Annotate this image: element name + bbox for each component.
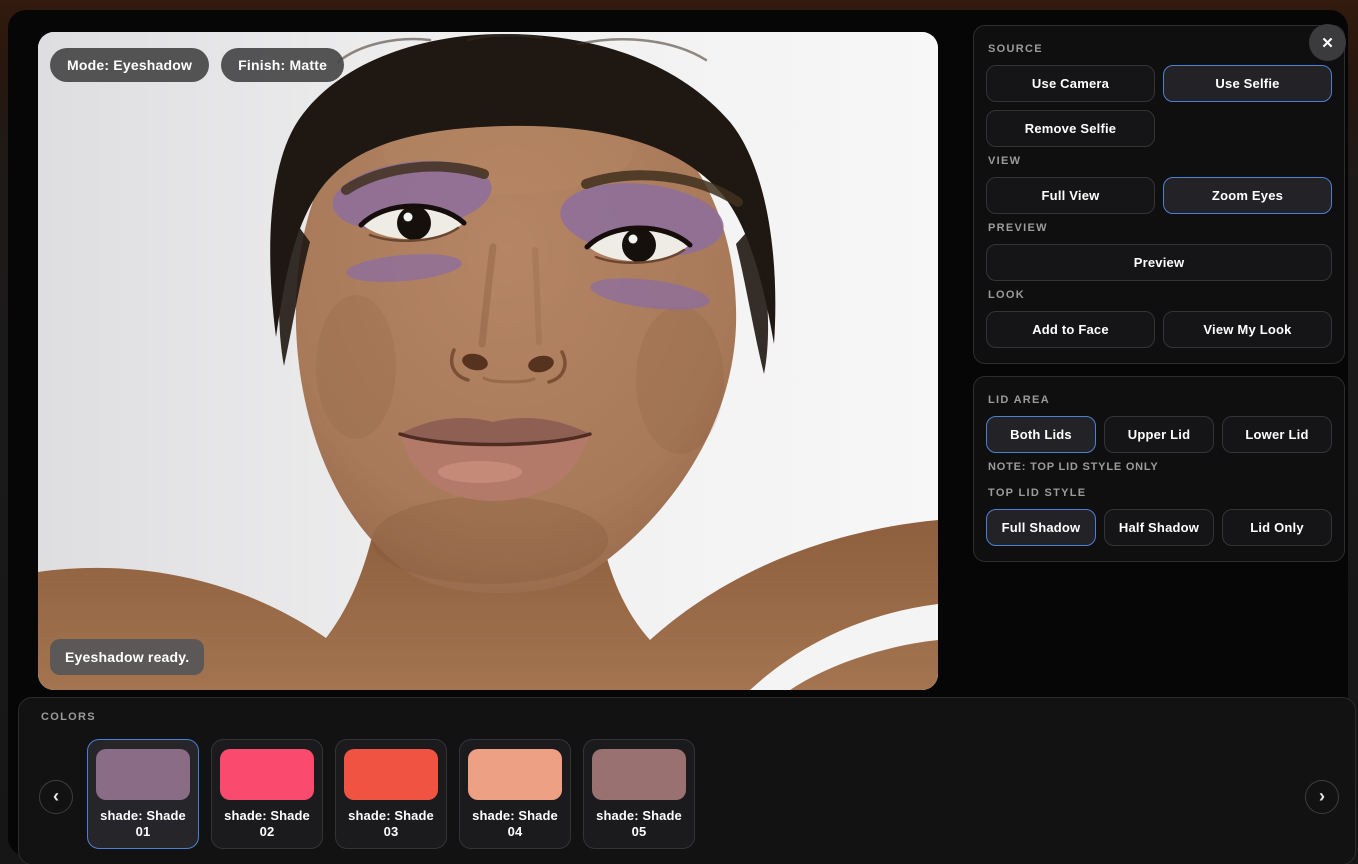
lower-lid-button[interactable]: Lower Lid (1222, 416, 1332, 453)
lid-area-section-label: LID AREA (988, 394, 1330, 406)
shade-label: shade: Shade 01 (96, 808, 190, 841)
close-icon: ✕ (1321, 34, 1334, 52)
lid-only-button[interactable]: Lid Only (1222, 509, 1332, 546)
makeup-tryon-screen: Mode: Eyeshadow Finish: Matte Eyeshadow … (0, 0, 1358, 864)
top-lid-style-section-label: TOP LID STYLE (988, 487, 1330, 499)
zoom-eyes-button[interactable]: Zoom Eyes (1163, 177, 1332, 214)
upper-lid-button[interactable]: Upper Lid (1104, 416, 1214, 453)
shade-label: shade: Shade 05 (592, 808, 686, 841)
shade-swatch (96, 749, 190, 800)
full-shadow-button[interactable]: Full Shadow (986, 509, 1096, 546)
both-lids-button[interactable]: Both Lids (986, 416, 1096, 453)
finish-badge: Finish: Matte (221, 48, 344, 82)
selfie-portrait (38, 32, 938, 690)
colors-panel: COLORS ‹ shade: Shade 01 shade: Shade 02… (18, 697, 1356, 864)
preview-badges: Mode: Eyeshadow Finish: Matte (50, 48, 344, 82)
shade-label: shade: Shade 03 (344, 808, 438, 841)
shade-label: shade: Shade 02 (220, 808, 314, 841)
remove-selfie-button[interactable]: Remove Selfie (986, 110, 1155, 147)
close-button[interactable]: ✕ (1309, 24, 1346, 61)
shade-card[interactable]: shade: Shade 03 (335, 739, 447, 849)
shade-card[interactable]: shade: Shade 02 (211, 739, 323, 849)
use-camera-button[interactable]: Use Camera (986, 65, 1155, 102)
half-shadow-button[interactable]: Half Shadow (1104, 509, 1214, 546)
chevron-left-icon: ‹ (53, 786, 59, 807)
chevron-right-icon: › (1319, 786, 1325, 807)
add-to-face-button[interactable]: Add to Face (986, 311, 1155, 348)
shade-card[interactable]: shade: Shade 04 (459, 739, 571, 849)
colors-section-label: COLORS (41, 711, 96, 723)
shade-carousel: shade: Shade 01 shade: Shade 02 shade: S… (87, 739, 695, 849)
main-controls-panel: SOURCE Use Camera Use Selfie Remove Self… (973, 25, 1345, 364)
top-lid-note: NOTE: TOP LID STYLE ONLY (988, 461, 1330, 473)
carousel-next-button[interactable]: › (1305, 780, 1339, 814)
lid-controls-panel: LID AREA Both Lids Upper Lid Lower Lid N… (973, 376, 1345, 562)
shade-card[interactable]: shade: Shade 01 (87, 739, 199, 849)
shade-label: shade: Shade 04 (468, 808, 562, 841)
tryon-modal: Mode: Eyeshadow Finish: Matte Eyeshadow … (8, 10, 1348, 856)
full-view-button[interactable]: Full View (986, 177, 1155, 214)
shade-card[interactable]: shade: Shade 05 (583, 739, 695, 849)
shade-swatch (592, 749, 686, 800)
view-my-look-button[interactable]: View My Look (1163, 311, 1332, 348)
status-badge: Eyeshadow ready. (50, 639, 204, 675)
shade-swatch (344, 749, 438, 800)
shade-swatch (468, 749, 562, 800)
preview-section-label: PREVIEW (988, 222, 1330, 234)
shade-swatch (220, 749, 314, 800)
look-section-label: LOOK (988, 289, 1330, 301)
carousel-prev-button[interactable]: ‹ (39, 780, 73, 814)
view-section-label: VIEW (988, 155, 1330, 167)
mode-badge: Mode: Eyeshadow (50, 48, 209, 82)
source-section-label: SOURCE (988, 43, 1330, 55)
controls-sidebar: SOURCE Use Camera Use Selfie Remove Self… (973, 25, 1345, 574)
use-selfie-button[interactable]: Use Selfie (1163, 65, 1332, 102)
preview-button[interactable]: Preview (986, 244, 1332, 281)
selfie-preview: Mode: Eyeshadow Finish: Matte Eyeshadow … (38, 32, 938, 690)
